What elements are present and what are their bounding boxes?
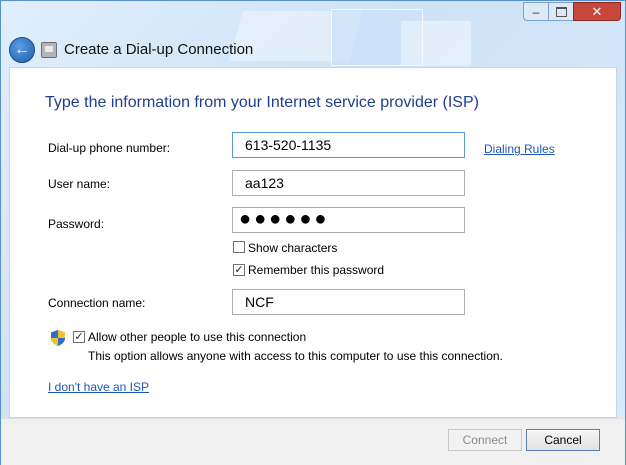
- username-label: User name:: [48, 177, 111, 191]
- password-label: Password:: [48, 217, 105, 231]
- allow-others-note: This option allows anyone with access to…: [88, 349, 503, 363]
- show-characters-checkbox[interactable]: [233, 241, 245, 253]
- maximize-button[interactable]: [548, 2, 574, 21]
- phone-number-label: Dial-up phone number:: [48, 141, 171, 155]
- wizard-content: Type the information from your Internet …: [9, 67, 617, 418]
- password-input[interactable]: ●●●●●●: [232, 207, 465, 233]
- allow-others-label[interactable]: Allow other people to use this connectio…: [88, 330, 306, 344]
- back-arrow-icon: ←: [14, 41, 30, 58]
- minimize-button[interactable]: –: [523, 2, 549, 21]
- window-title: Create a Dial-up Connection: [64, 41, 254, 58]
- no-isp-link[interactable]: I don't have an ISP: [48, 380, 149, 394]
- dialing-rules-link[interactable]: Dialing Rules: [484, 142, 555, 156]
- wizard-footer: Connect Cancel: [1, 418, 625, 465]
- maximize-icon: [555, 6, 567, 17]
- connection-name-input[interactable]: NCF: [232, 289, 465, 315]
- show-characters-label[interactable]: Show characters: [248, 241, 337, 255]
- page-heading: Type the information from your Internet …: [45, 94, 479, 111]
- uac-shield-icon: [51, 330, 65, 346]
- phone-number-input[interactable]: 613-520-1135: [232, 132, 465, 158]
- username-input[interactable]: aa123: [232, 170, 465, 196]
- remember-password-label[interactable]: Remember this password: [248, 263, 384, 277]
- title-bar: – ✕: [1, 1, 625, 31]
- cancel-button[interactable]: Cancel: [526, 429, 600, 451]
- remember-password-checkbox[interactable]: ✓: [233, 264, 245, 276]
- back-button[interactable]: ←: [9, 37, 35, 63]
- allow-others-checkbox[interactable]: ✓: [73, 331, 85, 343]
- wizard-header: ← Create a Dial-up Connection: [1, 31, 625, 67]
- dialup-modem-icon: [41, 42, 57, 58]
- connect-button[interactable]: Connect: [448, 429, 522, 451]
- close-button[interactable]: ✕: [573, 2, 621, 21]
- connection-name-label: Connection name:: [48, 296, 146, 310]
- dialup-wizard-window: – ✕ ← Create a Dial-up Connection Type t…: [0, 0, 626, 465]
